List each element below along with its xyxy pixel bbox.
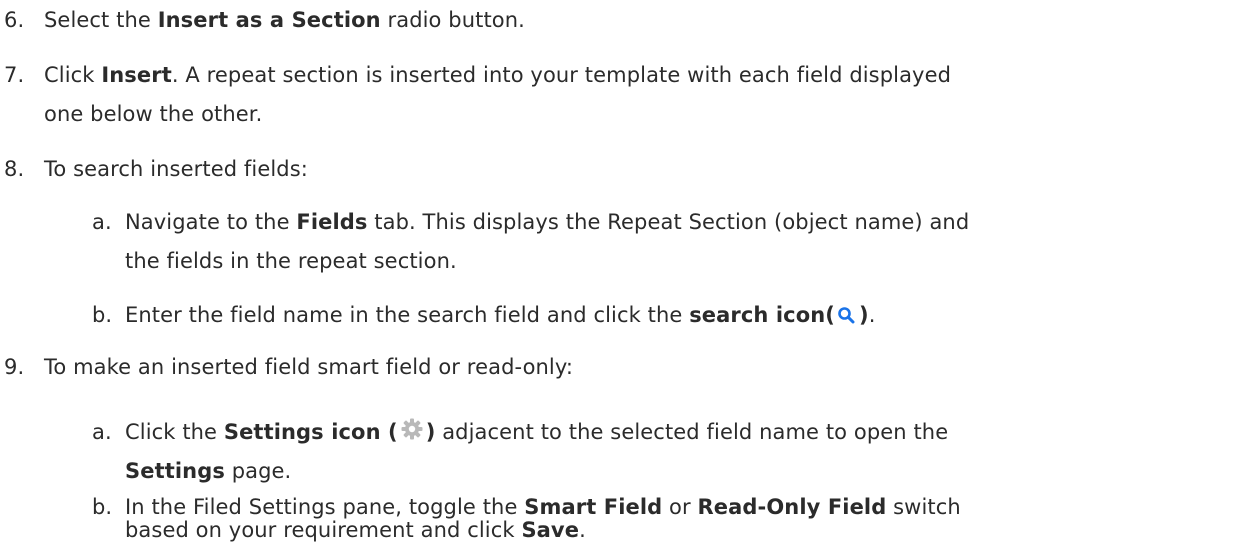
- step-text: adjacent to the selected field name to o…: [435, 420, 949, 444]
- step-bold: Fields: [296, 210, 368, 234]
- step-8a: a. Navigate to the Fields tab. This disp…: [92, 207, 969, 237]
- step-number: 7.: [4, 63, 25, 87]
- step-bold: Insert as a Section: [157, 8, 381, 32]
- step-text: switch: [886, 495, 961, 519]
- gear-icon: [400, 417, 424, 449]
- step-text: or: [662, 495, 698, 519]
- step-6: 6. Select the Insert as a Section radio …: [4, 5, 525, 35]
- step-letter: a.: [92, 420, 112, 444]
- step-text: To make an inserted field smart field or…: [44, 355, 574, 379]
- step-text: To search inserted fields:: [44, 157, 308, 181]
- step-text: based on your requirement and click: [125, 518, 522, 542]
- step-text: Navigate to the: [125, 210, 297, 234]
- step-letter: b.: [92, 303, 113, 327]
- step-text: Click the: [125, 420, 224, 444]
- step-7-continued: one below the other.: [44, 102, 263, 126]
- step-9a-continued: Settings page.: [125, 456, 291, 486]
- step-text: page.: [224, 459, 292, 483]
- step-text: . A repeat section is inserted into your…: [171, 63, 952, 87]
- step-text: Select the: [44, 8, 158, 32]
- instruction-list: 6. Select the Insert as a Section radio …: [0, 0, 1244, 542]
- step-text: .: [868, 303, 876, 327]
- step-9b-continued: based on your requirement and click Save…: [125, 515, 586, 545]
- step-9b: b. In the Filed Settings pane, toggle th…: [92, 492, 961, 522]
- step-bold: Insert: [101, 63, 172, 87]
- step-8: 8. To search inserted fields:: [4, 154, 308, 184]
- step-8a-continued: the fields in the repeat section.: [125, 249, 457, 273]
- step-9: 9. To make an inserted field smart field…: [4, 352, 573, 382]
- step-number: 9.: [4, 355, 25, 379]
- step-bold: ): [425, 420, 436, 444]
- step-bold: ): [859, 303, 869, 327]
- step-letter: b.: [92, 495, 113, 519]
- step-bold: Settings: [125, 459, 225, 483]
- step-9a: a. Click the Settings icon () adjacent t…: [92, 417, 948, 447]
- step-text: .: [579, 518, 586, 542]
- step-text: radio button.: [380, 8, 525, 32]
- step-bold: Read-Only Field: [697, 495, 887, 519]
- step-letter: a.: [92, 210, 112, 234]
- step-text: tab. This displays the Repeat Section (o…: [367, 210, 970, 234]
- step-text: Click: [44, 63, 102, 87]
- step-bold: Save: [521, 518, 580, 542]
- step-bold: Settings icon (: [223, 420, 398, 444]
- step-number: 8.: [4, 157, 25, 181]
- step-text: Enter the field name in the search field…: [125, 303, 690, 327]
- step-8b: b. Enter the field name in the search fi…: [92, 300, 875, 330]
- step-bold: search icon(: [689, 303, 836, 327]
- step-number: 6.: [4, 8, 25, 32]
- step-7: 7. Click Insert. A repeat section is ins…: [4, 60, 951, 90]
- search-icon: [837, 302, 855, 332]
